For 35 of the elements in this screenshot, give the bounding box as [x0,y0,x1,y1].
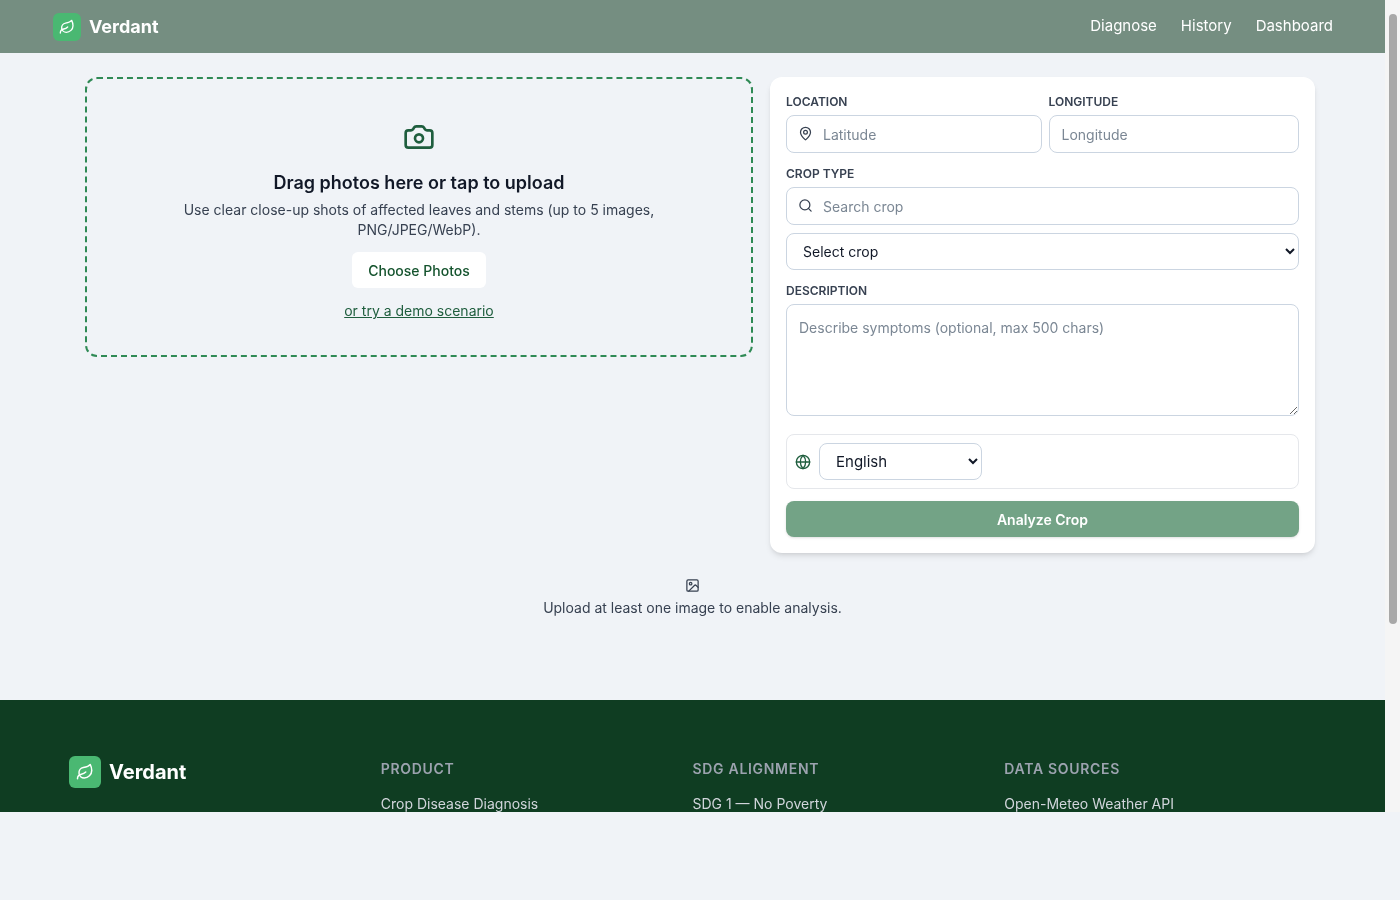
upload-title: Drag photos here or tap to upload [273,171,565,195]
crop-select[interactable]: Select crop [786,233,1299,270]
map-pin-icon [798,126,813,141]
nav-link[interactable]: History [1180,15,1232,38]
footer-heading: SDG ALIGNMENT [692,759,821,779]
search-icon [798,198,813,213]
footer-link[interactable]: Open-Meteo Weather API [1004,793,1316,812]
language-select[interactable]: English [819,443,982,480]
nav-link[interactable]: Dashboard [1255,15,1333,38]
footer-link[interactable]: SDG 1 — No Poverty [692,793,1005,812]
demo-link[interactable]: or try a demo scenario [344,300,494,321]
leaf-logo-icon [53,12,81,41]
scrollbar[interactable] [1385,0,1400,812]
field-label: LOCATION [786,93,849,111]
description-field[interactable]: Describe symptoms (optional, max 500 chars) [786,304,1299,416]
latitude-field[interactable]: Latitude [786,115,1042,153]
upload-hint: Use clear close-up shots of affected leaves and stems (up to 5 images, PNG/JPEG/WebP). [182,200,656,240]
field-label: LONGITUDE [1048,93,1120,111]
field-label: CROP TYPE [786,165,856,183]
footer-link[interactable]: Crop Disease Diagnosis [380,793,693,812]
field-label: DESCRIPTION [786,282,869,300]
image-icon [685,578,700,593]
leaf-logo-icon [69,756,101,788]
footer-brand: Verdant [109,759,187,786]
upload-dropzone[interactable]: Drag photos here or tap to upload Use clear close-up shots of affected leaves and stems (up to 5 images, PNG/JPEG/WebP). Choose Photos or try a demo scenario [85,77,753,357]
longitude-field[interactable]: Longitude [1048,115,1299,153]
globe-icon [795,453,811,470]
brand-name: Verdant [89,14,159,39]
crop-search-field[interactable]: Search crop [786,187,1299,225]
choose-photos-button[interactable]: Choose Photos [352,252,486,288]
footer-heading: DATA SOURCES [1004,759,1122,779]
nav-link[interactable]: Diagnose [1090,15,1157,38]
footer-heading: PRODUCT [380,759,456,779]
scrollbar-thumb[interactable] [1388,14,1397,624]
upload-notice: Upload at least one image to enable analysis. [543,598,842,618]
